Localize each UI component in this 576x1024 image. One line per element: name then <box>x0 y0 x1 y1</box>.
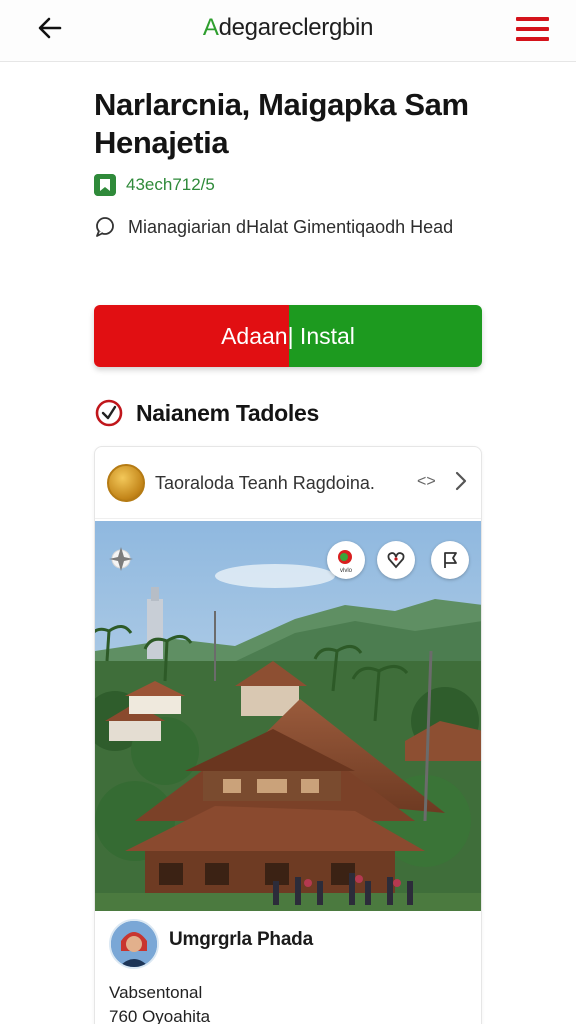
listing-location: Mianagiarian dHalat Gimentiqaodh Head <box>94 212 514 243</box>
author-name[interactable]: Umgrgrla Phada <box>169 929 313 951</box>
check-circle-icon <box>95 399 123 427</box>
author-section: Umgrgrla Phada Vabsentonal 760 Oyoahita <box>95 911 481 1024</box>
listing-meta: 43ech712/5 <box>94 172 215 198</box>
listing-meta-text: 43ech712/5 <box>126 175 215 194</box>
top-app-bar: Adegareclergbin <box>0 0 576 62</box>
heart-icon <box>387 552 405 569</box>
flag-button[interactable] <box>431 541 469 579</box>
card-header-text: Taoraloda Teanh Ragdoina. <box>155 473 375 493</box>
village-photo-illustration <box>95 521 481 911</box>
chat-bubble-icon <box>96 217 114 237</box>
coin-avatar-icon <box>107 464 145 502</box>
badge-icon-text: vlvlo <box>340 568 353 574</box>
section-header: Naianem Tadoles <box>94 398 319 428</box>
flag-icon <box>444 552 457 568</box>
location-text: Mianagiarian dHalat Gimentiqaodh Head <box>128 217 454 237</box>
author-count: 760 Oyoahita <box>109 1007 211 1024</box>
badge-button[interactable]: vlvlo <box>327 541 365 579</box>
badge-icon: vlvlo <box>338 550 353 574</box>
compass-icon[interactable] <box>107 545 135 573</box>
author-role: Vabsentonal <box>109 983 203 1002</box>
listing-title: Narlarcnia, Maigapka Sam Henajetia <box>94 87 469 160</box>
post-card[interactable]: Taoraloda Teanh Ragdoina. <> vlvlo Umgrg… <box>94 446 482 1024</box>
install-button-label: Adaan| Instal <box>221 323 355 349</box>
section-title: Naianem Tadoles <box>136 399 319 426</box>
village-photo[interactable]: vlvlo <box>95 521 481 911</box>
brand-rest: degareclergbin <box>218 14 374 41</box>
chevron-right-icon[interactable] <box>451 469 471 493</box>
card-header[interactable]: Taoraloda Teanh Ragdoina. <> <box>95 447 481 519</box>
install-button[interactable]: Adaan| Instal <box>94 305 482 367</box>
brand-accent-letter: A <box>202 14 219 41</box>
favorite-button[interactable] <box>377 541 415 579</box>
author-avatar[interactable] <box>109 919 159 969</box>
avatar-portrait <box>111 921 157 967</box>
app-brand-title: Adegareclergbin <box>0 14 576 42</box>
card-header-dots: <> <box>417 473 436 490</box>
hamburger-menu-icon[interactable] <box>512 14 552 44</box>
app-badge-icon <box>94 174 116 196</box>
